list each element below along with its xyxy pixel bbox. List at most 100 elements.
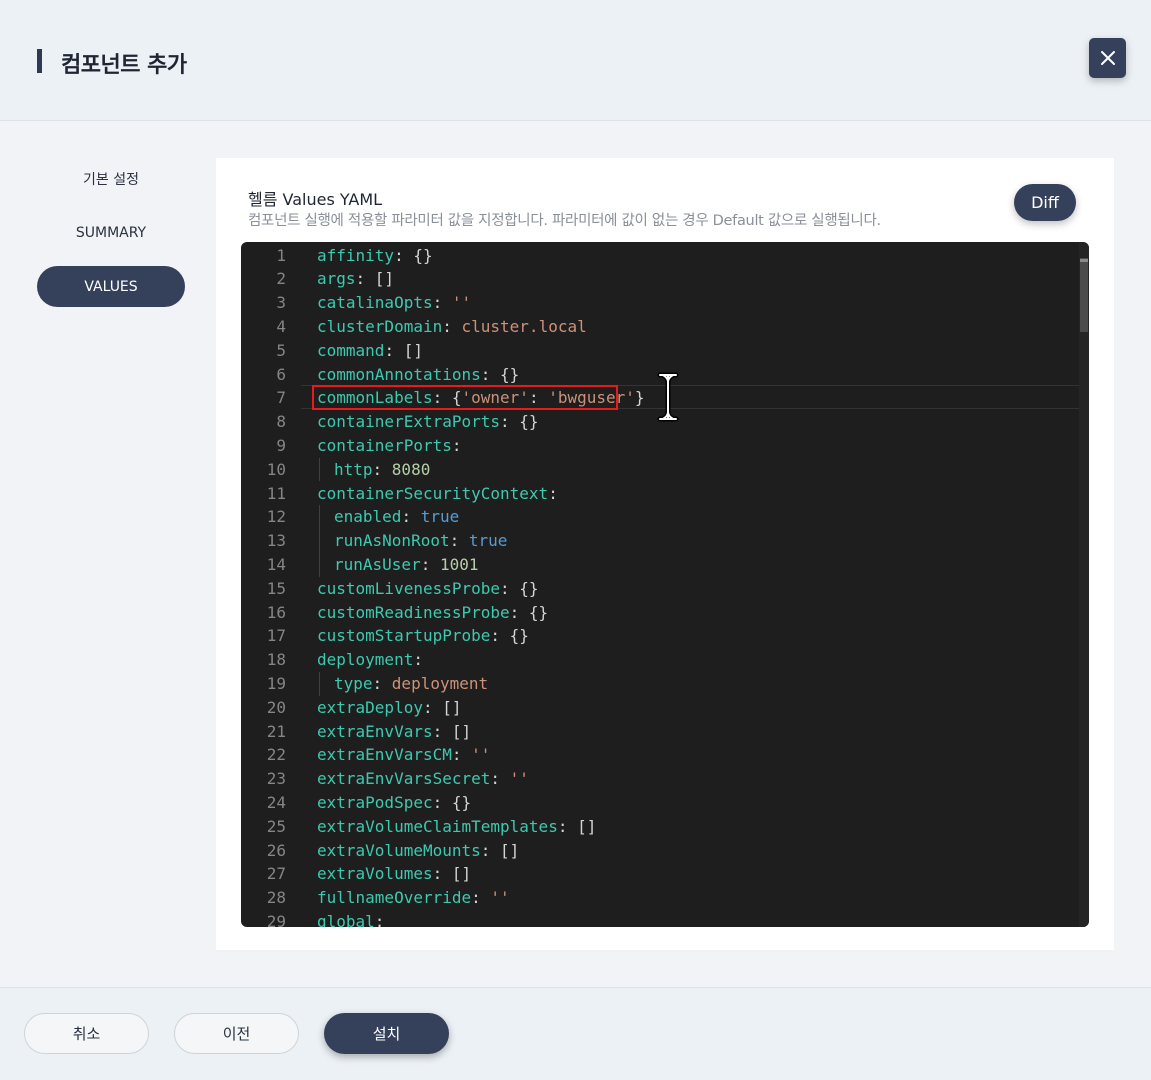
line-number: 12 xyxy=(266,507,286,527)
code-token: containerExtraPorts xyxy=(317,412,501,432)
code-token: : xyxy=(451,435,462,455)
line-number: 27 xyxy=(266,864,286,884)
code-line[interactable]: 10 http: 8080 xyxy=(241,457,1081,482)
code-token: true xyxy=(420,507,460,527)
code-line[interactable]: 17 customStartupProbe: {} xyxy=(241,624,1081,648)
line-number: 20 xyxy=(266,697,286,717)
code-line[interactable]: 23 extraEnvVarsSecret: '' xyxy=(241,767,1081,791)
code-line[interactable]: 14 runAsUser: 1001 xyxy=(241,552,1081,577)
code-line[interactable]: 1 affinity: {} xyxy=(241,244,1081,268)
line-number: 1 xyxy=(276,245,286,265)
line-number: 25 xyxy=(266,816,286,836)
install-button[interactable]: 설치 xyxy=(324,1013,449,1054)
code-token: cluster.local xyxy=(461,316,587,336)
code-text: type: deployment xyxy=(334,672,488,696)
code-line[interactable]: 26 extraVolumeMounts: [] xyxy=(241,839,1081,863)
code-text: affinity: {} xyxy=(317,244,433,268)
code-line[interactable]: 16 customReadinessProbe: {} xyxy=(241,601,1081,625)
diff-button[interactable]: Diff xyxy=(1014,184,1076,221)
line-number: 24 xyxy=(266,792,286,812)
sidebar-item-values[interactable]: VALUES xyxy=(37,266,185,307)
indent-guide xyxy=(319,671,320,696)
code-token: : xyxy=(413,650,423,670)
code-text: extraPodSpec: {} xyxy=(317,791,471,815)
code-line[interactable]: 24 extraPodSpec: {} xyxy=(241,791,1081,815)
code-text: extraVolumeMounts: [] xyxy=(317,839,519,863)
code-line[interactable]: 5 command: [] xyxy=(241,339,1081,363)
code-text: global: xyxy=(317,910,384,927)
code-text: containerExtraPorts: {} xyxy=(317,410,539,434)
code-token: : xyxy=(372,673,392,693)
code-token: : xyxy=(490,769,510,789)
code-token: containerPorts xyxy=(317,435,452,455)
code-token: extraVolumes xyxy=(317,864,433,884)
code-line[interactable]: 15 customLivenessProbe: {} xyxy=(241,577,1081,601)
line-number: 16 xyxy=(266,602,286,622)
code-line[interactable]: 2 args: [] xyxy=(241,267,1081,291)
line-number: 13 xyxy=(266,531,286,551)
code-token: : xyxy=(372,459,392,479)
code-token: : {} xyxy=(500,412,539,432)
code-text: enabled: true xyxy=(334,505,459,529)
code-token: : [] xyxy=(355,269,395,289)
editor-scrollbar-track[interactable] xyxy=(1079,242,1089,927)
code-token: '' xyxy=(471,745,491,765)
code-token: fullnameOverride xyxy=(317,888,472,908)
yaml-code-editor[interactable]: 1 affinity: {} 2 args: [] 3 catalinaOpts: '' 4… xyxy=(241,242,1089,927)
indent-guide xyxy=(319,505,320,530)
code-token: : [] xyxy=(422,697,462,717)
code-token: : xyxy=(449,531,469,551)
code-token: : {} xyxy=(490,626,529,646)
code-token: enabled xyxy=(334,507,402,527)
code-text: customStartupProbe: {} xyxy=(317,624,529,648)
code-token: extraPodSpec xyxy=(317,792,433,812)
indent-guide xyxy=(319,552,320,577)
editor-scrollbar-thumb[interactable] xyxy=(1080,258,1088,332)
code-token: : {} xyxy=(500,578,539,598)
code-text: extraDeploy: [] xyxy=(317,696,462,720)
code-text: runAsUser: 1001 xyxy=(334,553,479,577)
code-token: true xyxy=(468,531,508,551)
code-token: : xyxy=(471,888,491,908)
code-token: : [] xyxy=(557,816,597,836)
prev-button[interactable]: 이전 xyxy=(174,1013,299,1054)
code-line[interactable]: 22 extraEnvVarsCM: '' xyxy=(241,743,1081,767)
code-text: commonAnnotations: {} xyxy=(317,363,519,387)
code-token: containerSecurityContext xyxy=(317,483,549,503)
line-number: 22 xyxy=(266,745,286,765)
indent-guide xyxy=(319,529,320,553)
line-number: 6 xyxy=(276,364,286,384)
code-line[interactable]: 25 extraVolumeClaimTemplates: [] xyxy=(241,815,1081,839)
page-title: 컴포넌트 추가 xyxy=(61,53,187,78)
code-line[interactable]: 21 extraEnvVars: [] xyxy=(241,720,1081,744)
title-accent-bar xyxy=(37,49,42,73)
code-token: extraDeploy xyxy=(317,697,423,717)
code-line[interactable]: 12 enabled: true xyxy=(241,505,1081,530)
code-line[interactable]: 18 deployment: xyxy=(241,648,1081,672)
panel-description: 컴포넌트 실행에 적용할 파라미터 값을 지정합니다. 파라미터에 값이 없는 … xyxy=(248,213,881,229)
line-number: 8 xyxy=(276,412,286,432)
sidebar-item-summary[interactable]: SUMMARY xyxy=(37,212,185,253)
code-line[interactable]: 9 containerPorts: xyxy=(241,434,1081,458)
code-line[interactable]: 19 type: deployment xyxy=(241,671,1081,696)
code-text: extraVolumes: [] xyxy=(317,862,471,886)
line-number: 3 xyxy=(276,293,286,313)
code-line[interactable]: 28 fullnameOverride: '' xyxy=(241,886,1081,910)
code-line[interactable]: 20 extraDeploy: [] xyxy=(241,696,1081,720)
code-token: '' xyxy=(509,769,529,789)
close-button[interactable] xyxy=(1089,38,1126,78)
cancel-button[interactable]: 취소 xyxy=(24,1013,149,1054)
code-text: extraEnvVarsCM: '' xyxy=(317,743,490,767)
code-token: global xyxy=(317,911,375,927)
code-text: args: [] xyxy=(317,267,394,291)
code-line[interactable]: 13 runAsNonRoot: true xyxy=(241,529,1081,553)
code-line[interactable]: 29 global: xyxy=(241,910,1081,927)
code-line[interactable]: 11 containerSecurityContext: xyxy=(241,482,1081,506)
code-token: : xyxy=(420,554,440,574)
line-number: 26 xyxy=(266,840,286,860)
code-line[interactable]: 4 clusterDomain: cluster.local xyxy=(241,315,1081,339)
code-line[interactable]: 3 catalinaOpts: '' xyxy=(241,291,1081,315)
sidebar-item-basic-settings[interactable]: 기본 설정 xyxy=(37,158,185,199)
close-icon xyxy=(1100,51,1115,65)
code-line[interactable]: 27 extraVolumes: [] xyxy=(241,862,1081,886)
